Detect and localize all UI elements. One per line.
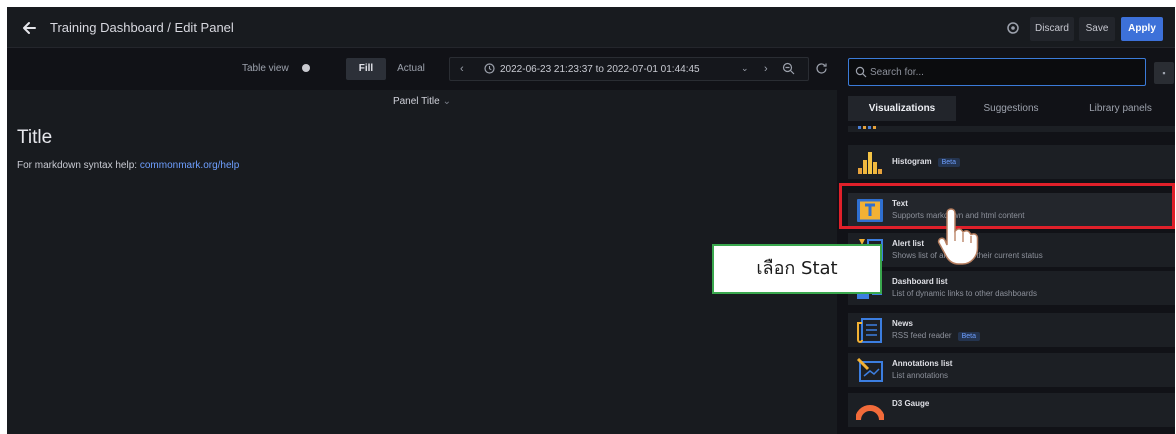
chevron-down-icon[interactable]: ⌄ <box>741 63 749 74</box>
instruction-callout: เลือก Stat <box>712 244 882 294</box>
search-input[interactable]: Search for... <box>848 58 1146 86</box>
time-range-text: 2022-06-23 21:23:37 to 2022-07-01 01:44:… <box>500 64 700 75</box>
list-item[interactable] <box>848 126 1175 132</box>
selection-highlight <box>839 183 1175 229</box>
markdown-title: Title <box>17 127 53 148</box>
histogram-icon <box>858 152 882 174</box>
vis-item-name: D3 Gauge <box>892 399 930 408</box>
vis-item-desc-text: RSS feed reader <box>892 331 952 340</box>
fill-button[interactable]: Fill <box>346 58 386 80</box>
list-item-d3-gauge[interactable]: D3 Gauge <box>848 393 1175 427</box>
clock-icon <box>484 63 495 74</box>
panel-title-text: Panel Title <box>392 96 440 107</box>
commonmark-link[interactable]: commonmark.org/help <box>140 160 239 171</box>
visualization-list: Histogram Beta Text Supports markdown and… <box>848 126 1175 434</box>
vis-item-desc: List of dynamic links to other dashboard… <box>892 289 1037 298</box>
news-icon <box>857 318 882 343</box>
time-back-icon[interactable]: ‹ <box>460 63 464 75</box>
annotations-list-icon <box>856 358 883 382</box>
time-forward-icon[interactable]: › <box>764 63 768 75</box>
panel-title[interactable]: Panel Title ⌄ <box>7 96 837 107</box>
beta-badge: Beta <box>957 332 980 341</box>
list-item-annotations-list[interactable]: Annotations list List annotations <box>848 353 1175 387</box>
back-arrow-icon[interactable] <box>20 19 38 37</box>
discard-button[interactable]: Discard <box>1030 17 1074 41</box>
save-button[interactable]: Save <box>1079 17 1115 41</box>
collapse-pane-button[interactable]: ▪ <box>1154 62 1174 84</box>
tab-visualizations[interactable]: Visualizations <box>848 96 956 121</box>
panel-toolbar: Table view Fill Actual ‹ 2022-06-23 21:2… <box>7 48 837 90</box>
tab-suggestions[interactable]: Suggestions <box>956 96 1066 121</box>
hand-pointer-icon <box>937 208 979 265</box>
list-item-histogram[interactable]: Histogram Beta <box>848 145 1175 179</box>
vis-item-label: Histogram Beta <box>892 157 960 167</box>
vis-item-name: News <box>892 319 913 328</box>
zoom-out-icon[interactable] <box>782 62 795 75</box>
visualization-picker: Search for... ▪ Visualizations Suggestio… <box>837 48 1175 434</box>
picker-tabs: Visualizations Suggestions Library panel… <box>848 96 1175 121</box>
vis-item-desc: RSS feed reader Beta <box>892 331 980 341</box>
list-item-dashboard-list[interactable]: Dashboard list List of dynamic links to … <box>848 271 1175 305</box>
markdown-help-text: For markdown syntax help: commonmark.org… <box>17 160 239 171</box>
vis-item-name: Alert list <box>892 239 925 248</box>
vis-item-desc: List annotations <box>892 371 949 380</box>
table-view-toggle[interactable] <box>302 64 310 72</box>
chevron-down-icon: ⌄ <box>442 96 452 107</box>
search-placeholder: Search for... <box>870 67 924 78</box>
refresh-icon[interactable] <box>815 62 828 75</box>
vis-item-name: Dashboard list <box>892 277 948 286</box>
top-bar: Training Dashboard / Edit Panel Discard … <box>7 7 1175 48</box>
list-item-news[interactable]: News RSS feed reader Beta <box>848 313 1175 347</box>
list-item-alert-list[interactable]: Alert list Shows list of alerts and thei… <box>848 233 1175 267</box>
settings-gear-icon[interactable] <box>1002 18 1024 38</box>
table-view-label: Table view <box>242 63 289 74</box>
help-prefix: For markdown syntax help: <box>17 160 138 171</box>
tab-library-panels[interactable]: Library panels <box>1066 96 1175 121</box>
beta-badge: Beta <box>937 158 960 167</box>
chart-icon <box>858 126 876 129</box>
d3-gauge-icon <box>856 405 884 421</box>
actual-button[interactable]: Actual <box>389 58 433 80</box>
vis-item-name: Annotations list <box>892 359 953 368</box>
search-icon <box>855 66 867 78</box>
vis-item-name: Histogram <box>892 157 932 166</box>
breadcrumb: Training Dashboard / Edit Panel <box>50 20 234 35</box>
apply-button[interactable]: Apply <box>1121 17 1163 41</box>
